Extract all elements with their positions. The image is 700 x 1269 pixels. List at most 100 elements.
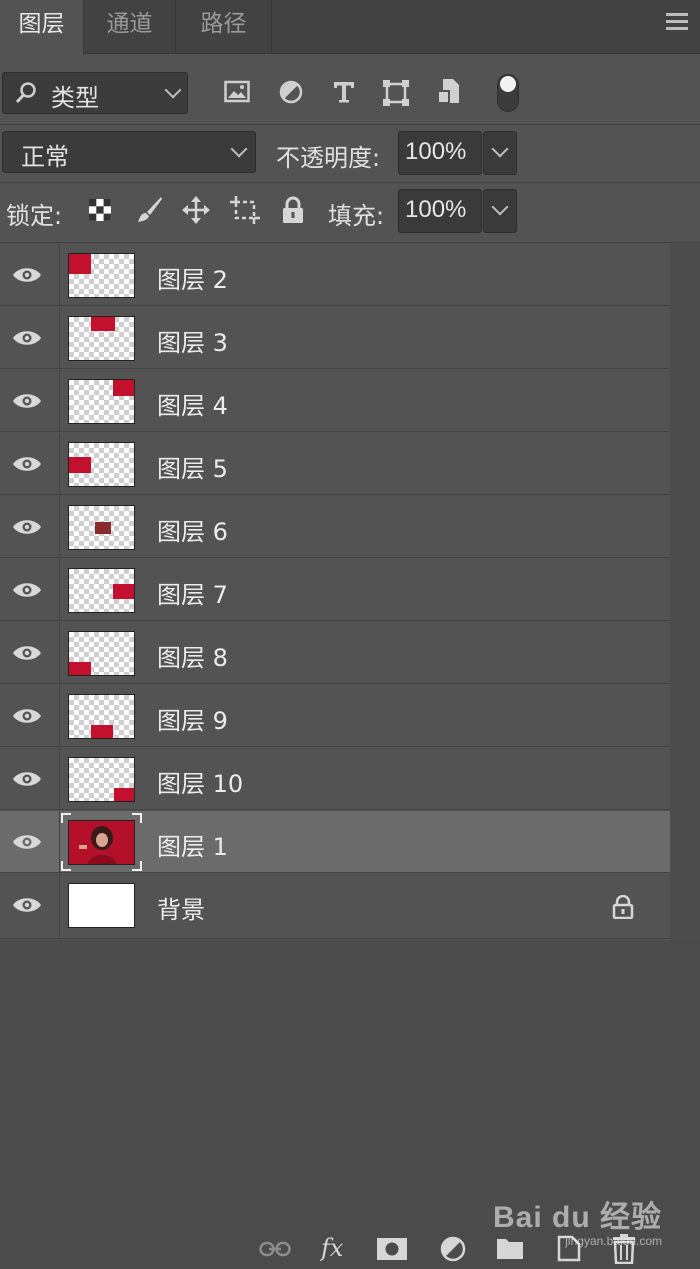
layer-name: 图层 1 xyxy=(157,833,228,861)
lock-image-pixels-icon[interactable] xyxy=(135,196,163,224)
layer-thumbnail xyxy=(68,505,135,550)
smart-object-filter-icon[interactable] xyxy=(437,78,461,106)
layer-thumbnail xyxy=(68,379,135,424)
blend-mode-select[interactable]: 正常 xyxy=(2,131,256,173)
layer-thumbnail xyxy=(68,631,135,676)
layer-row-10[interactable]: 图层 10 xyxy=(0,748,670,810)
lock-all-icon[interactable] xyxy=(282,196,304,224)
filter-kind-label: 类型 xyxy=(51,84,99,112)
visibility-toggle[interactable] xyxy=(0,433,60,495)
visibility-toggle[interactable] xyxy=(0,370,60,432)
visibility-toggle[interactable] xyxy=(0,748,60,810)
opacity-value: 100% xyxy=(405,138,467,165)
layer-thumbnail xyxy=(68,316,135,361)
layer-thumbnail-photo xyxy=(68,820,135,865)
eye-icon xyxy=(13,520,41,534)
layer-row-2[interactable]: 图层 2 xyxy=(0,244,670,306)
layer-name: 图层 4 xyxy=(157,392,228,420)
fill-label: 填充: xyxy=(328,202,385,230)
adjustment-layer-icon[interactable] xyxy=(440,1236,466,1262)
lock-position-icon[interactable] xyxy=(182,196,210,224)
eye-icon xyxy=(13,331,41,345)
fx-icon[interactable]: fx xyxy=(320,1234,350,1262)
lock-artboard-icon[interactable] xyxy=(230,196,260,224)
visibility-toggle[interactable] xyxy=(0,685,60,747)
tab-channels[interactable]: 通道 xyxy=(84,0,176,54)
group-folder-icon[interactable] xyxy=(496,1236,524,1260)
lock-transparent-pixels-icon[interactable] xyxy=(88,198,112,222)
opacity-input[interactable]: 100% xyxy=(398,131,482,175)
eye-icon xyxy=(13,898,41,912)
divider xyxy=(0,124,700,125)
visibility-toggle[interactable] xyxy=(0,559,60,621)
chevron-down-icon xyxy=(164,81,182,99)
fill-dropdown-button[interactable] xyxy=(483,189,517,233)
layer-row-3[interactable]: 图层 3 xyxy=(0,307,670,369)
scrollbar-track[interactable] xyxy=(670,244,700,940)
visibility-toggle[interactable] xyxy=(0,307,60,369)
visibility-toggle[interactable] xyxy=(0,244,60,306)
fill-value: 100% xyxy=(405,196,467,223)
eye-icon xyxy=(13,709,41,723)
layer-thumbnail xyxy=(68,694,135,739)
selection-corner xyxy=(132,813,142,823)
selection-corner xyxy=(61,813,71,823)
eye-icon xyxy=(13,583,41,597)
opacity-dropdown-button[interactable] xyxy=(483,131,517,175)
visibility-toggle[interactable] xyxy=(0,811,60,873)
watermark-url: jingyan.baidu.com xyxy=(565,1234,662,1248)
lock-label: 锁定: xyxy=(6,202,63,230)
eye-icon xyxy=(13,646,41,660)
chevron-down-icon xyxy=(230,140,248,158)
shape-filter-icon[interactable] xyxy=(383,80,409,106)
watermark-brand: Bai du 经验 xyxy=(492,1201,662,1234)
baidu-jingyan-watermark: Bai du 经验 jingyan.baidu.com xyxy=(492,1192,662,1248)
panel-menu-icon[interactable] xyxy=(666,13,688,31)
eye-icon xyxy=(13,457,41,471)
layer-name: 背景 xyxy=(157,896,205,924)
layer-row-4[interactable]: 图层 4 xyxy=(0,370,670,432)
svg-text:fx: fx xyxy=(320,1234,344,1262)
layer-thumbnail xyxy=(68,442,135,487)
visibility-toggle[interactable] xyxy=(0,622,60,684)
layer-row-1-selected[interactable]: 图层 1 xyxy=(0,811,670,873)
adjustment-filter-icon[interactable] xyxy=(279,80,303,104)
selection-corner xyxy=(132,861,142,871)
layer-name: 图层 6 xyxy=(157,518,228,546)
filter-kind-select[interactable]: 类型 xyxy=(2,72,188,114)
image-filter-icon[interactable] xyxy=(224,80,250,104)
layer-thumbnail xyxy=(68,253,135,298)
layer-row-6[interactable]: 图层 6 xyxy=(0,496,670,558)
chevron-down-icon xyxy=(491,140,509,158)
layer-name: 图层 3 xyxy=(157,329,228,357)
tab-paths[interactable]: 路径 xyxy=(176,0,272,54)
layer-row-5[interactable]: 图层 5 xyxy=(0,433,670,495)
layer-name: 图层 7 xyxy=(157,581,228,609)
layer-row-7[interactable]: 图层 7 xyxy=(0,559,670,621)
visibility-toggle[interactable] xyxy=(0,496,60,558)
layer-thumbnail xyxy=(68,883,135,928)
layers-empty-area xyxy=(0,940,700,1230)
layer-row-9[interactable]: 图层 9 xyxy=(0,685,670,747)
layer-name: 图层 2 xyxy=(157,266,228,294)
layer-name: 图层 8 xyxy=(157,644,228,672)
layer-thumbnail xyxy=(68,757,135,802)
search-icon xyxy=(15,82,36,104)
link-layers-icon[interactable] xyxy=(259,1240,291,1258)
eye-icon xyxy=(13,835,41,849)
tab-layers[interactable]: 图层 xyxy=(0,0,84,55)
fill-input[interactable]: 100% xyxy=(398,189,482,233)
filter-toggle-icon[interactable] xyxy=(497,74,519,112)
blend-mode-label: 正常 xyxy=(21,143,69,171)
layers-panel: 图层 通道 路径 类型 正常 不透明度: 100% 锁定: 填充: 100% 图… xyxy=(0,0,700,1269)
lock-icon[interactable] xyxy=(612,895,634,919)
type-filter-icon[interactable] xyxy=(332,80,356,104)
layer-row-background[interactable]: 背景 xyxy=(0,874,670,939)
divider xyxy=(0,242,700,243)
layer-mask-icon[interactable] xyxy=(377,1238,407,1260)
layer-name: 图层 5 xyxy=(157,455,228,483)
divider xyxy=(0,182,700,183)
layer-thumbnail xyxy=(68,568,135,613)
layer-row-8[interactable]: 图层 8 xyxy=(0,622,670,684)
visibility-toggle[interactable] xyxy=(0,874,60,939)
